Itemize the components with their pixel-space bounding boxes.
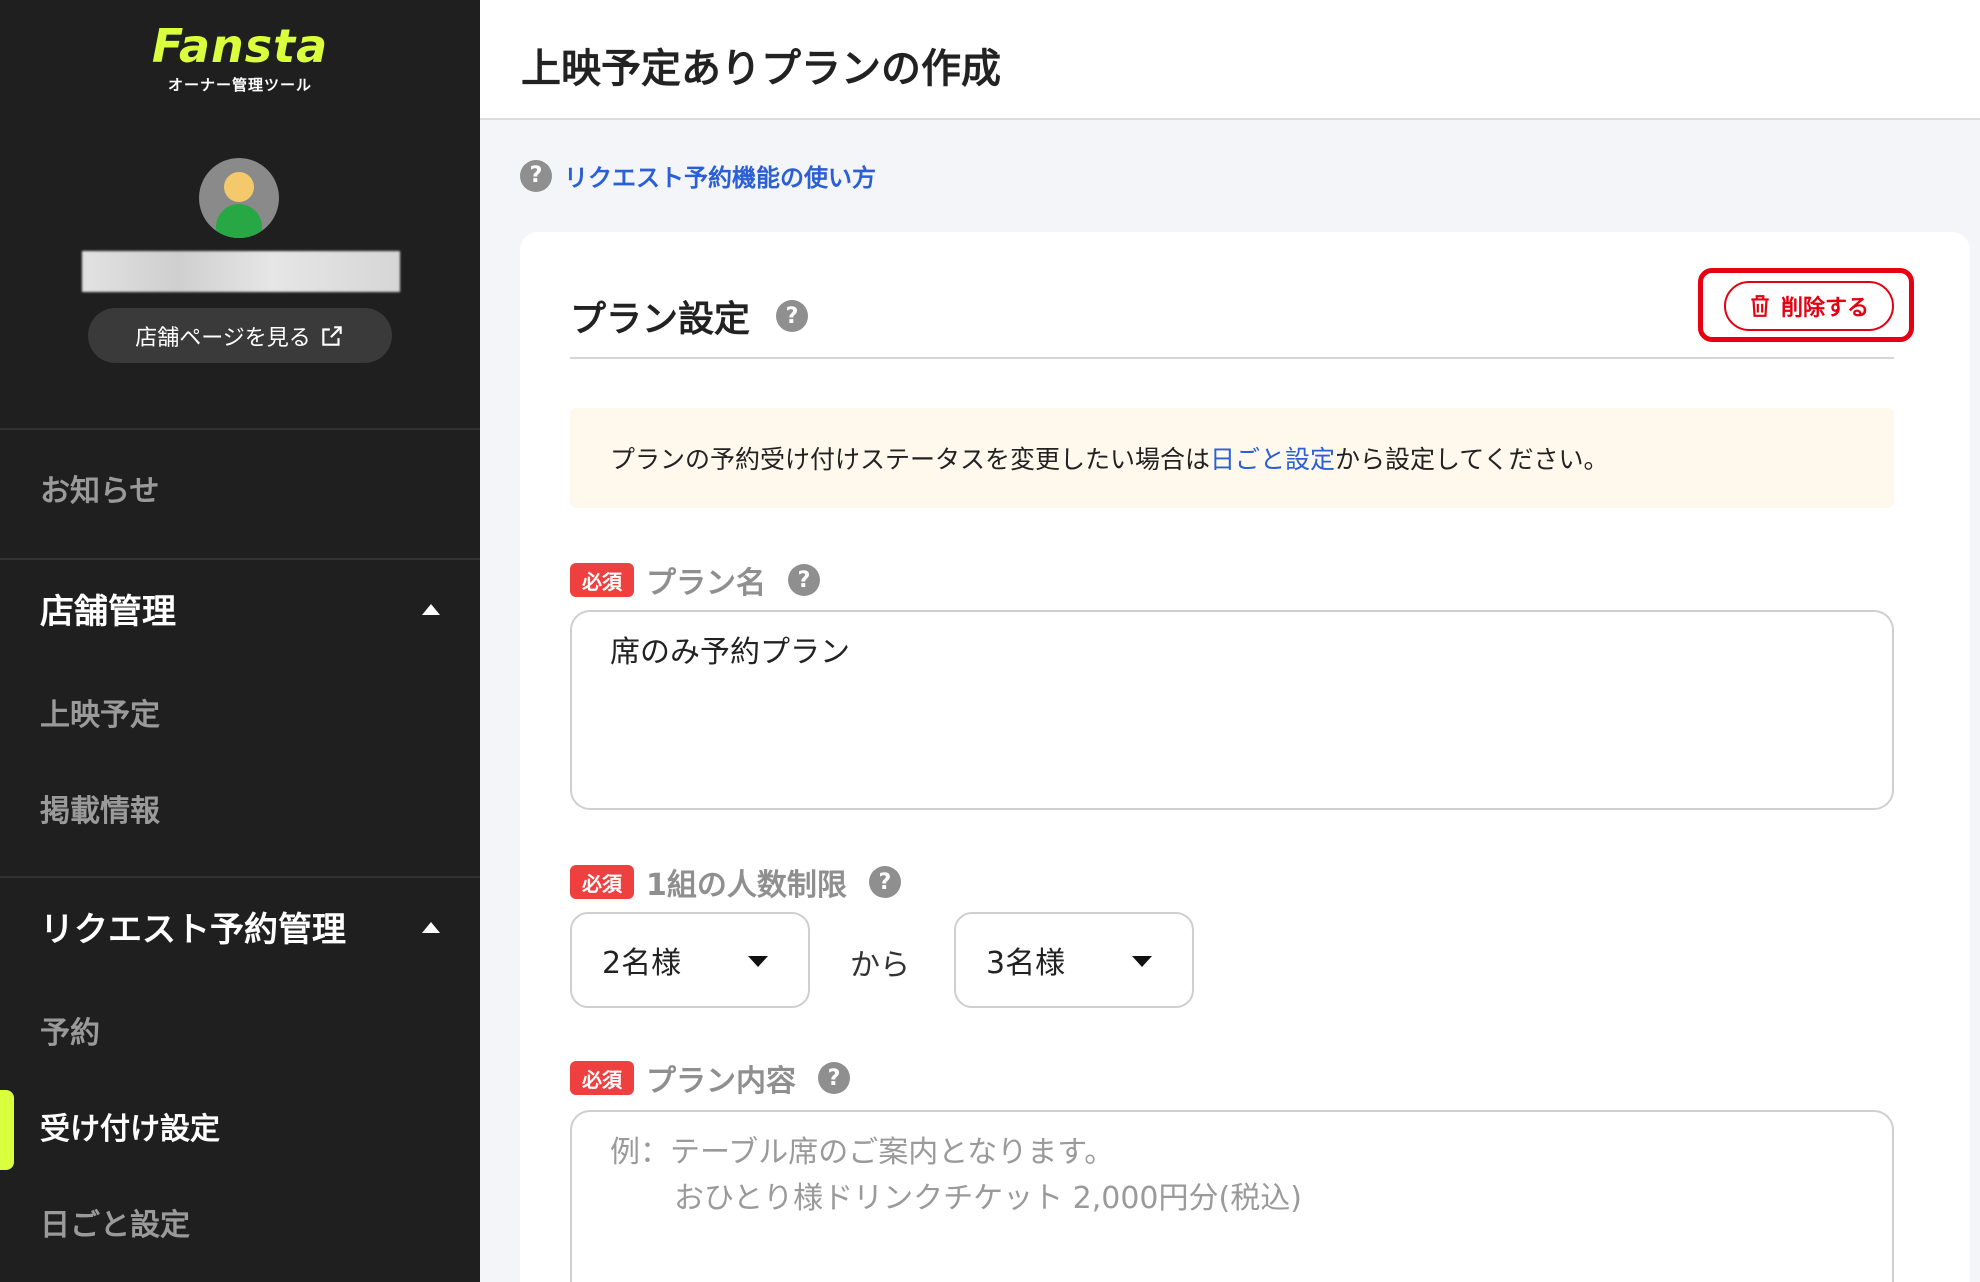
caret-up-icon: [422, 922, 440, 933]
top-bar: 上映予定ありプランの作成: [480, 0, 1980, 120]
plan-name-label-text: プラン名: [646, 566, 766, 601]
sidebar-divider: [0, 428, 480, 430]
party-size-min-select[interactable]: 2名様: [570, 912, 810, 1008]
plan-content-label-text: プラン内容: [646, 1064, 796, 1099]
party-size-max-select[interactable]: 3名様: [954, 912, 1194, 1008]
page-title: 上映予定ありプランの作成: [521, 46, 1001, 92]
daily-settings-link[interactable]: 日ごと設定: [1210, 440, 1335, 476]
sidebar-divider: [0, 876, 480, 878]
plan-content-placeholder-line: おひとり様ドリンクチケット 2,000円分(税込): [674, 1181, 1302, 1216]
sidebar-item-screening-schedule[interactable]: 上映予定: [40, 696, 160, 736]
caret-up-icon: [422, 604, 440, 615]
sidebar-section-label: リクエスト予約管理: [40, 910, 346, 950]
question-icon[interactable]: ?: [788, 564, 820, 596]
question-icon: ?: [520, 159, 552, 192]
status-notice: プランの予約受け付けステータスを変更したい場合は 日ごと設定 から設定してください。: [570, 408, 1894, 508]
store-page-button[interactable]: 店舗ページを見る: [88, 308, 392, 363]
sidebar-item-news[interactable]: お知らせ: [40, 472, 159, 512]
sidebar-item-acceptance-settings[interactable]: 受け付け設定: [40, 1110, 220, 1150]
required-badge: 必須: [570, 563, 634, 597]
plan-content-placeholder-line: 例：テーブル席のご案内となります。: [610, 1135, 1115, 1170]
sidebar-item-daily-settings[interactable]: 日ごと設定: [40, 1206, 190, 1246]
chevron-down-icon: [748, 956, 768, 967]
party-size-separator: から: [850, 948, 910, 983]
card-divider: [570, 357, 1894, 359]
sidebar-item-listing-info[interactable]: 掲載情報: [40, 792, 160, 832]
store-name-redacted: [82, 251, 400, 292]
notice-text-suffix: から設定してください。: [1335, 445, 1609, 474]
sidebar-divider: [0, 558, 480, 560]
plan-name-input[interactable]: 席のみ予約プラン: [570, 610, 1894, 810]
sidebar-item-reservations[interactable]: 予約: [40, 1014, 100, 1054]
trash-icon: [1751, 295, 1769, 317]
sidebar: Fansta オーナー管理ツール 店舗ページを見る お知らせ 店舗管理 上映予定…: [0, 0, 480, 1282]
question-icon[interactable]: ?: [818, 1062, 850, 1094]
logo-area[interactable]: Fansta オーナー管理ツール: [0, 18, 480, 95]
logo-subtitle: オーナー管理ツール: [167, 76, 312, 94]
sidebar-section-request-reservation[interactable]: リクエスト予約管理: [40, 908, 440, 952]
plan-name-label: 必須 プラン名 ?: [570, 558, 820, 602]
avatar: [199, 158, 279, 238]
delete-button[interactable]: 削除する: [1724, 281, 1894, 331]
required-badge: 必須: [570, 865, 634, 899]
active-indicator: [0, 1090, 14, 1170]
store-page-button-label: 店舗ページを見る: [135, 325, 311, 351]
question-icon[interactable]: ?: [776, 300, 809, 332]
required-badge: 必須: [570, 1061, 634, 1095]
sidebar-section-label: 店舗管理: [40, 592, 176, 632]
external-link-icon: [322, 325, 342, 346]
plan-content-input[interactable]: 例：テーブル席のご案内となります。 おひとり様ドリンクチケット 2,000円分(…: [570, 1110, 1894, 1282]
party-size-label: 必須 1組の人数制限 ?: [570, 860, 901, 904]
help-link-label: リクエスト予約機能の使い方: [564, 164, 876, 192]
sidebar-section-store-management[interactable]: 店舗管理: [40, 590, 440, 634]
question-icon[interactable]: ?: [868, 866, 901, 898]
party-size-max-value: 3名様: [986, 946, 1066, 981]
card-title: プラン設定 ?: [570, 290, 809, 342]
party-size-label-text: 1組の人数制限: [646, 868, 847, 903]
card-title-text: プラン設定: [570, 299, 751, 340]
party-size-min-value: 2名様: [602, 946, 682, 981]
plan-content-label: 必須 プラン内容 ?: [570, 1056, 850, 1100]
plan-settings-card: プラン設定 ? 削除する プランの予約受け付けステータスを変更したい場合は 日ごと…: [520, 232, 1970, 1282]
chevron-down-icon: [1132, 956, 1152, 967]
delete-button-label: 削除する: [1780, 295, 1869, 320]
fansta-logo[interactable]: Fansta: [152, 18, 328, 74]
notice-text-prefix: プランの予約受け付けステータスを変更したい場合は: [610, 445, 1211, 474]
help-link[interactable]: ? リクエスト予約機能の使い方: [520, 158, 876, 193]
